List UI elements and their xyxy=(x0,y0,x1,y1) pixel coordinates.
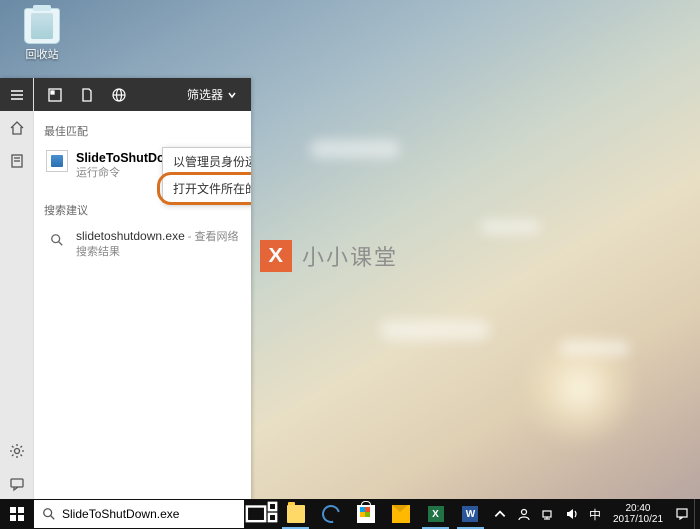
tray-clock[interactable]: 20:40 2017/10/21 xyxy=(606,499,670,529)
watermark-text: 小小课堂 xyxy=(302,240,398,272)
result-web-suggestion[interactable]: slidetoshutdown.exe - 查看网络搜索结果 xyxy=(44,224,241,265)
section-best-match: 最佳匹配 xyxy=(44,123,241,139)
rail-feedback-button[interactable] xyxy=(0,467,33,500)
taskbar-app-word[interactable]: W xyxy=(453,499,488,529)
filter-button[interactable]: 筛选器 xyxy=(179,82,245,107)
recycle-bin-label: 回收站 xyxy=(14,46,70,62)
tray-people-icon[interactable] xyxy=(512,499,536,529)
tray-chevron-up[interactable] xyxy=(488,499,512,529)
show-desktop-button[interactable] xyxy=(694,499,700,529)
start-rail xyxy=(0,78,34,500)
start-search-panel: 筛选器 最佳匹配 SlideToShutDown.exe 运行命令 以管理员身份… xyxy=(0,78,251,500)
edge-icon xyxy=(318,502,343,527)
app-icon xyxy=(46,150,68,172)
watermark: X 小小课堂 xyxy=(260,240,398,272)
store-icon xyxy=(357,505,375,523)
tray-ime-icon[interactable]: 中 xyxy=(584,499,606,529)
search-tabs: 筛选器 xyxy=(34,78,251,111)
desktop-icon-recycle-bin[interactable]: 回收站 xyxy=(14,8,70,62)
menu-run-as-admin[interactable]: 以管理员身份运行 xyxy=(163,148,251,175)
taskbar-app-explorer[interactable] xyxy=(278,499,313,529)
taskbar-app-excel[interactable]: X xyxy=(418,499,453,529)
tab-documents[interactable] xyxy=(72,81,102,109)
word-icon: W xyxy=(462,506,478,522)
search-icon xyxy=(46,229,68,251)
taskbar-search-box[interactable] xyxy=(34,500,244,528)
rail-settings-button[interactable] xyxy=(0,434,33,467)
taskbar-app-store[interactable] xyxy=(348,499,383,529)
web-result-query: slidetoshutdown.exe xyxy=(76,229,185,243)
menu-open-file-location[interactable]: 打开文件所在的位置 xyxy=(163,175,251,202)
taskbar-search-input[interactable] xyxy=(62,507,236,521)
section-suggestions: 搜索建议 xyxy=(44,202,241,218)
tray-date: 2017/10/21 xyxy=(613,514,663,525)
tray-time: 20:40 xyxy=(625,503,650,514)
chevron-down-icon xyxy=(227,90,237,100)
excel-icon: X xyxy=(428,506,444,522)
system-tray: 中 20:40 2017/10/21 xyxy=(488,499,700,529)
context-menu: 以管理员身份运行 打开文件所在的位置 xyxy=(162,147,251,203)
tray-network-icon[interactable] xyxy=(536,499,560,529)
search-icon xyxy=(42,507,56,521)
tray-volume-icon[interactable] xyxy=(560,499,584,529)
rail-apps-button[interactable] xyxy=(0,144,33,177)
taskbar-app-edge[interactable] xyxy=(313,499,348,529)
watermark-logo: X xyxy=(260,240,292,272)
folder-icon xyxy=(287,505,305,523)
mail-icon xyxy=(392,505,410,523)
tab-web[interactable] xyxy=(104,81,134,109)
result-best-match[interactable]: SlideToShutDown.exe 运行命令 以管理员身份运行 打开文件所在… xyxy=(44,145,241,186)
tray-action-center[interactable] xyxy=(670,499,694,529)
recycle-bin-icon xyxy=(24,8,60,44)
rail-menu-button[interactable] xyxy=(0,78,33,111)
rail-home-button[interactable] xyxy=(0,111,33,144)
tab-apps[interactable] xyxy=(40,81,70,109)
filter-label: 筛选器 xyxy=(187,86,223,103)
task-view-button[interactable] xyxy=(245,499,278,529)
taskbar: X W 中 20:40 2017/10/21 xyxy=(0,499,700,529)
start-button[interactable] xyxy=(0,499,33,529)
taskbar-app-mail[interactable] xyxy=(383,499,418,529)
